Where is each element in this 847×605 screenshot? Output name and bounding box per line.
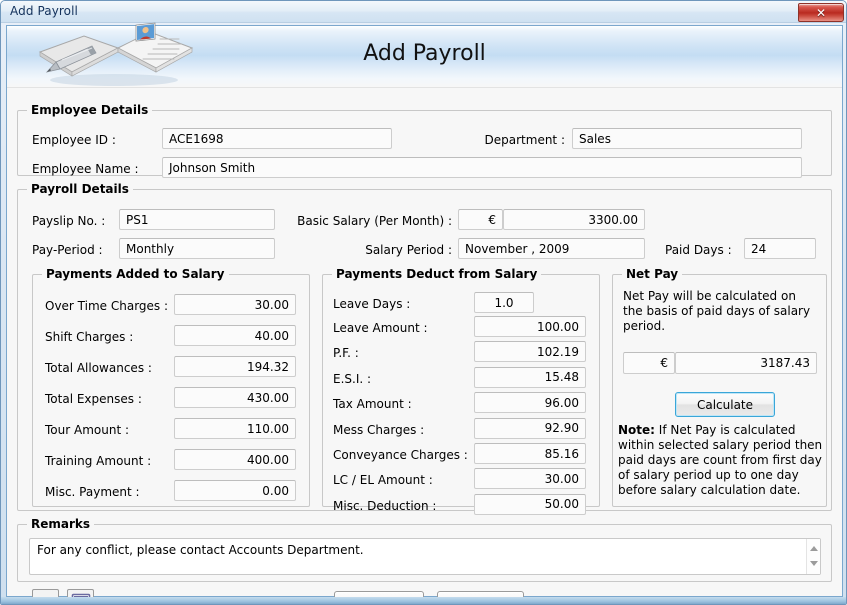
payments-deduct-row-label: P.F. :: [333, 346, 359, 361]
basic-salary-currency: €: [458, 209, 503, 230]
payslip-no-label: Payslip No. :: [32, 214, 106, 228]
net-pay-note-label: Note:: [618, 423, 655, 437]
remarks-scrollbar[interactable]: [806, 539, 820, 574]
scroll-down-icon[interactable]: [810, 561, 818, 566]
scroll-up-icon[interactable]: [810, 546, 818, 551]
net-pay-note: Note: If Net Pay is calculated within se…: [618, 423, 823, 498]
payments-deduct-row-field[interactable]: 92.90: [474, 417, 586, 439]
payments-deduct-row-field[interactable]: 102.19: [474, 341, 586, 363]
basic-salary-label: Basic Salary (Per Month) :: [297, 214, 452, 228]
payments-deduct-row-label: Conveyance Charges :: [333, 448, 468, 462]
paid-days-field[interactable]: 24: [744, 238, 816, 259]
payroll-details-title: Payroll Details: [27, 182, 133, 196]
net-pay-description: Net Pay will be calculated on the basis …: [623, 289, 811, 333]
payments-deduct-row-label: Mess Charges :: [333, 422, 425, 437]
payments-added-row-field[interactable]: 430.00: [174, 387, 296, 408]
payments-deduct-row-label: Misc. Deduction :: [333, 498, 437, 513]
pay-period-field[interactable]: Monthly: [119, 238, 275, 259]
window-title: Add Payroll: [10, 4, 78, 18]
payments-added-row-label: Total Allowances :: [45, 361, 152, 375]
net-pay-currency: €: [623, 352, 675, 374]
payments-added-row-label: Misc. Payment :: [45, 485, 140, 499]
paid-days-label: Paid Days :: [665, 243, 732, 257]
payments-deduct-row-field[interactable]: 15.48: [474, 366, 586, 388]
payments-deduct-row-field[interactable]: 100.00: [474, 316, 586, 337]
net-pay-title: Net Pay: [622, 267, 683, 281]
remarks-textarea[interactable]: For any conflict, please contact Account…: [29, 538, 821, 575]
leave-days-field[interactable]: 1.0: [474, 292, 534, 313]
payments-added-row-label: Training Amount :: [45, 454, 152, 468]
window-bottom-edge: [1, 597, 846, 604]
payments-added-row-field[interactable]: 0.00: [174, 480, 296, 501]
payments-added-row-label: Tour Amount :: [45, 423, 129, 437]
payments-added-row-label: Total Expenses :: [45, 392, 142, 406]
employee-details-title: Employee Details: [27, 103, 153, 117]
employee-id-label: Employee ID :: [32, 133, 116, 147]
payments-deduct-row-label: E.S.I. :: [333, 371, 372, 386]
payments-deduct-row-label: LC / EL Amount :: [333, 473, 433, 488]
payments-added-row-field[interactable]: 40.00: [174, 325, 296, 346]
remarks-title: Remarks: [27, 517, 95, 531]
department-label: Department :: [484, 133, 565, 147]
title-bar: Add Payroll ✕: [1, 1, 846, 23]
payments-deduct-title: Payments Deduct from Salary: [332, 267, 542, 281]
payments-added-title: Payments Added to Salary: [42, 267, 229, 281]
payments-deduct-row-label: Tax Amount :: [333, 397, 412, 412]
payments-deduct-row-label: Leave Amount :: [333, 321, 428, 335]
payments-added-row-field[interactable]: 400.00: [174, 449, 296, 470]
payments-added-row-label: Over Time Charges :: [45, 299, 169, 313]
net-pay-amount-field[interactable]: 3187.43: [675, 352, 817, 374]
payslip-no-field[interactable]: PS1: [119, 209, 275, 230]
payments-deduct-row-field[interactable]: 85.16: [474, 443, 586, 464]
salary-period-field[interactable]: November , 2009: [458, 238, 645, 259]
page-title: Add Payroll: [363, 41, 486, 66]
payments-added-row-field[interactable]: 110.00: [174, 418, 296, 439]
close-icon: ✕: [815, 5, 827, 20]
pay-period-label: Pay-Period :: [32, 243, 103, 257]
payments-added-row-field[interactable]: 30.00: [174, 294, 296, 315]
salary-period-label: Salary Period :: [365, 243, 452, 257]
employee-name-field[interactable]: Johnson Smith: [162, 157, 802, 178]
payments-deduct-row-field[interactable]: 50.00: [474, 493, 586, 515]
calculate-button[interactable]: Calculate: [675, 392, 775, 417]
employee-id-field[interactable]: ACE1698: [162, 128, 392, 149]
add-payroll-window: Add Payroll ✕ Add Payroll Employee Detai…: [0, 0, 847, 605]
department-field[interactable]: Sales: [572, 128, 802, 149]
employee-name-label: Employee Name :: [32, 162, 139, 176]
leave-days-label: Leave Days :: [333, 297, 411, 311]
payments-added-row-field[interactable]: 194.32: [174, 356, 296, 377]
payments-added-row-label: Shift Charges :: [45, 330, 134, 344]
client-area: Add Payroll Employee Details Employee ID…: [6, 22, 843, 604]
banner: Add Payroll: [7, 22, 842, 88]
basic-salary-field[interactable]: 3300.00: [503, 209, 645, 230]
payments-deduct-row-field[interactable]: 96.00: [474, 392, 586, 414]
payments-deduct-row-field[interactable]: 30.00: [474, 468, 586, 490]
close-button[interactable]: ✕: [798, 3, 844, 22]
